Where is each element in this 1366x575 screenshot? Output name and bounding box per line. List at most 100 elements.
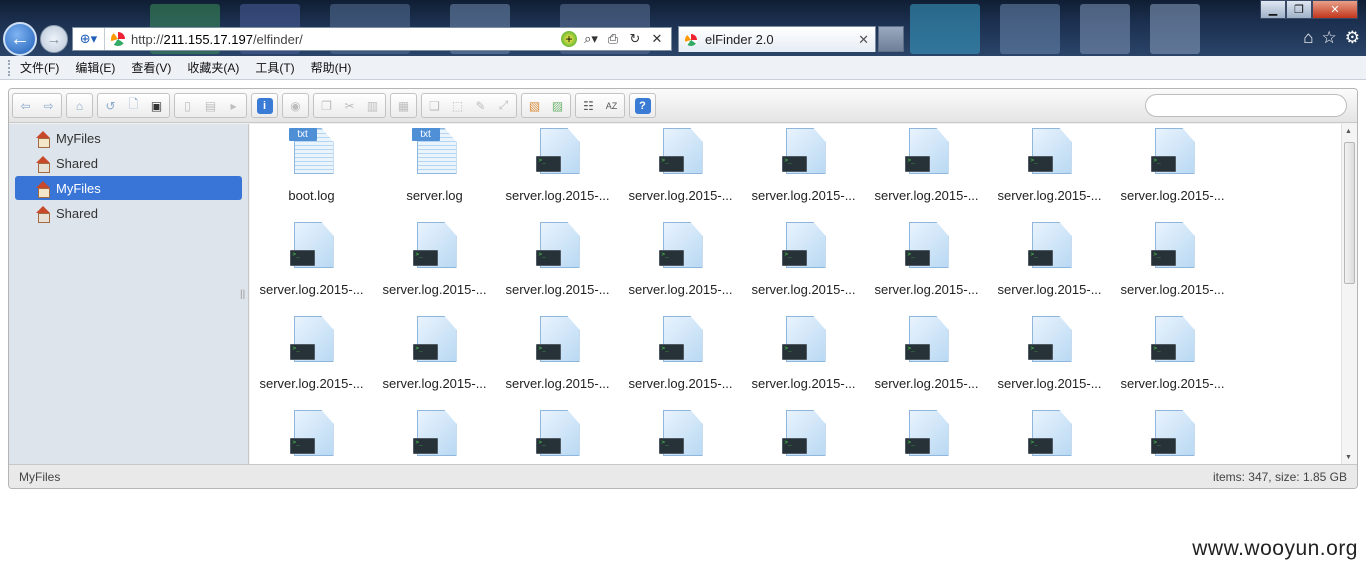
file-item[interactable]: server.log.2015-... — [496, 312, 619, 406]
refresh-icon[interactable]: ↻ — [627, 31, 643, 47]
select-icon[interactable]: ▸ — [222, 95, 245, 116]
menu-help[interactable]: 帮助(H) — [311, 59, 352, 76]
menu-favorites[interactable]: 收藏夹(A) — [187, 59, 239, 76]
paste-icon[interactable]: ▥ — [361, 95, 384, 116]
new-tab-button[interactable] — [878, 26, 904, 52]
new-folder-icon[interactable]: 🗋 — [122, 95, 145, 116]
home-icon[interactable]: ⌂ — [1303, 28, 1313, 48]
compat-view-icon[interactable]: + — [561, 31, 577, 47]
resize-icon[interactable]: ⤢ — [492, 95, 515, 116]
tree-item-label: Shared — [56, 205, 98, 221]
file-item[interactable] — [742, 406, 865, 464]
file-item[interactable]: server.log.2015-... — [988, 124, 1111, 218]
file-item[interactable] — [373, 406, 496, 464]
resize-handle[interactable]: || — [240, 289, 245, 300]
stop-icon[interactable]: ✕ — [649, 31, 665, 47]
text-file-icon: txt — [288, 128, 335, 178]
file-item[interactable]: server.log.2015-... — [742, 124, 865, 218]
file-item[interactable] — [988, 406, 1111, 464]
back-icon[interactable]: ⇦ — [14, 95, 37, 116]
background-blur — [910, 4, 980, 54]
save-icon[interactable]: ▣ — [145, 95, 168, 116]
settings-gear-icon[interactable]: ⚙ — [1345, 28, 1360, 48]
upload-icon[interactable]: ▤ — [199, 95, 222, 116]
forward-button[interactable]: → — [40, 25, 68, 53]
duplicate-icon[interactable]: ❑ — [423, 95, 446, 116]
file-item[interactable]: server.log.2015-... — [1111, 218, 1234, 312]
search-input[interactable] — [1145, 94, 1347, 117]
compat-icon[interactable]: ⎙ — [605, 31, 621, 47]
file-item[interactable]: server.log.2015-... — [496, 218, 619, 312]
file-item[interactable]: server.log.2015-... — [865, 312, 988, 406]
file-item[interactable] — [619, 406, 742, 464]
file-name: server.log.2015-... — [874, 188, 979, 203]
close-window-button[interactable]: ✕ — [1312, 0, 1358, 19]
log-file-icon — [658, 410, 704, 460]
copy-icon[interactable]: ❐ — [315, 95, 338, 116]
file-item[interactable]: server.log.2015-... — [988, 312, 1111, 406]
url-path: /elfinder/ — [252, 31, 303, 47]
preview-icon[interactable]: ◉ — [284, 95, 307, 116]
help-icon[interactable]: ? — [631, 95, 654, 116]
security-icon[interactable]: ⊕▾ — [73, 28, 105, 50]
tree-item-shared[interactable]: Shared — [15, 201, 242, 225]
tree-item-myfiles[interactable]: MyFiles — [15, 126, 242, 150]
file-item[interactable]: server.log.2015-... — [865, 124, 988, 218]
tree-item-myfiles-selected[interactable]: MyFiles — [15, 176, 242, 200]
forward-icon[interactable]: ⇨ — [37, 95, 60, 116]
file-item[interactable]: server.log.2015-... — [496, 124, 619, 218]
file-item[interactable]: server.log.2015-... — [742, 312, 865, 406]
url-text[interactable]: http://211.155.17.197/elfinder/ — [131, 32, 561, 47]
sort-icon[interactable]: AZ — [600, 95, 623, 116]
file-item[interactable] — [496, 406, 619, 464]
menu-file[interactable]: 文件(F) — [20, 59, 59, 76]
file-item[interactable]: server.log.2015-... — [619, 124, 742, 218]
view-icon[interactable]: ☷ — [577, 95, 600, 116]
favorites-star-icon[interactable]: ☆ — [1322, 28, 1337, 48]
file-item[interactable] — [1111, 406, 1234, 464]
file-item[interactable] — [250, 406, 373, 464]
minimize-button[interactable]: ▁ — [1260, 0, 1286, 19]
file-item[interactable]: server.log.2015-... — [373, 218, 496, 312]
file-item[interactable]: server.log.2015-... — [1111, 124, 1234, 218]
file-item[interactable]: server.log.2015-... — [865, 218, 988, 312]
browser-tab[interactable]: elFinder 2.0 ✕ — [678, 26, 876, 52]
menu-view[interactable]: 查看(V) — [131, 59, 171, 76]
info-icon[interactable]: i — [253, 95, 276, 116]
search-icon[interactable]: ⌕▾ — [583, 31, 599, 47]
address-bar[interactable]: ⊕▾ http://211.155.17.197/elfinder/ + ⌕▾ … — [72, 27, 672, 51]
home-icon[interactable]: ⌂ — [68, 95, 91, 116]
back-button[interactable]: ← — [3, 22, 37, 56]
menu-edit[interactable]: 编辑(E) — [75, 59, 115, 76]
log-file-icon — [412, 222, 458, 272]
log-file-icon — [658, 222, 704, 272]
extract-icon[interactable]: ▨ — [546, 95, 569, 116]
tab-close-icon[interactable]: ✕ — [858, 32, 869, 48]
file-item[interactable]: txt server.log — [373, 124, 496, 218]
file-item[interactable]: server.log.2015-... — [619, 312, 742, 406]
file-item[interactable]: server.log.2015-... — [1111, 312, 1234, 406]
file-item[interactable]: server.log.2015-... — [742, 218, 865, 312]
delete-icon[interactable]: ▦ — [392, 95, 415, 116]
cut-icon[interactable]: ✂ — [338, 95, 361, 116]
archive-icon[interactable]: ▧ — [523, 95, 546, 116]
file-item[interactable]: server.log.2015-... — [250, 312, 373, 406]
edit-icon[interactable]: ✎ — [469, 95, 492, 116]
menu-tools[interactable]: 工具(T) — [255, 59, 294, 76]
file-item[interactable]: server.log.2015-... — [250, 218, 373, 312]
reload-icon[interactable]: ↺ — [99, 95, 122, 116]
file-item[interactable]: server.log.2015-... — [988, 218, 1111, 312]
scroll-down-icon[interactable]: ▼ — [1345, 454, 1352, 461]
file-item[interactable] — [865, 406, 988, 464]
tree-item-shared[interactable]: Shared — [15, 151, 242, 175]
file-name: server.log.2015-... — [382, 376, 487, 391]
maximize-button[interactable]: ❐ — [1286, 0, 1312, 19]
file-item[interactable]: server.log.2015-... — [619, 218, 742, 312]
open-icon[interactable]: ▯ — [176, 95, 199, 116]
vertical-scrollbar[interactable]: ▲ ▼ — [1341, 124, 1357, 464]
scroll-up-icon[interactable]: ▲ — [1345, 128, 1352, 135]
file-item[interactable]: txt boot.log — [250, 124, 373, 218]
scrollbar-thumb[interactable] — [1344, 142, 1355, 284]
file-item[interactable]: server.log.2015-... — [373, 312, 496, 406]
rename-icon[interactable]: ⬚ — [446, 95, 469, 116]
